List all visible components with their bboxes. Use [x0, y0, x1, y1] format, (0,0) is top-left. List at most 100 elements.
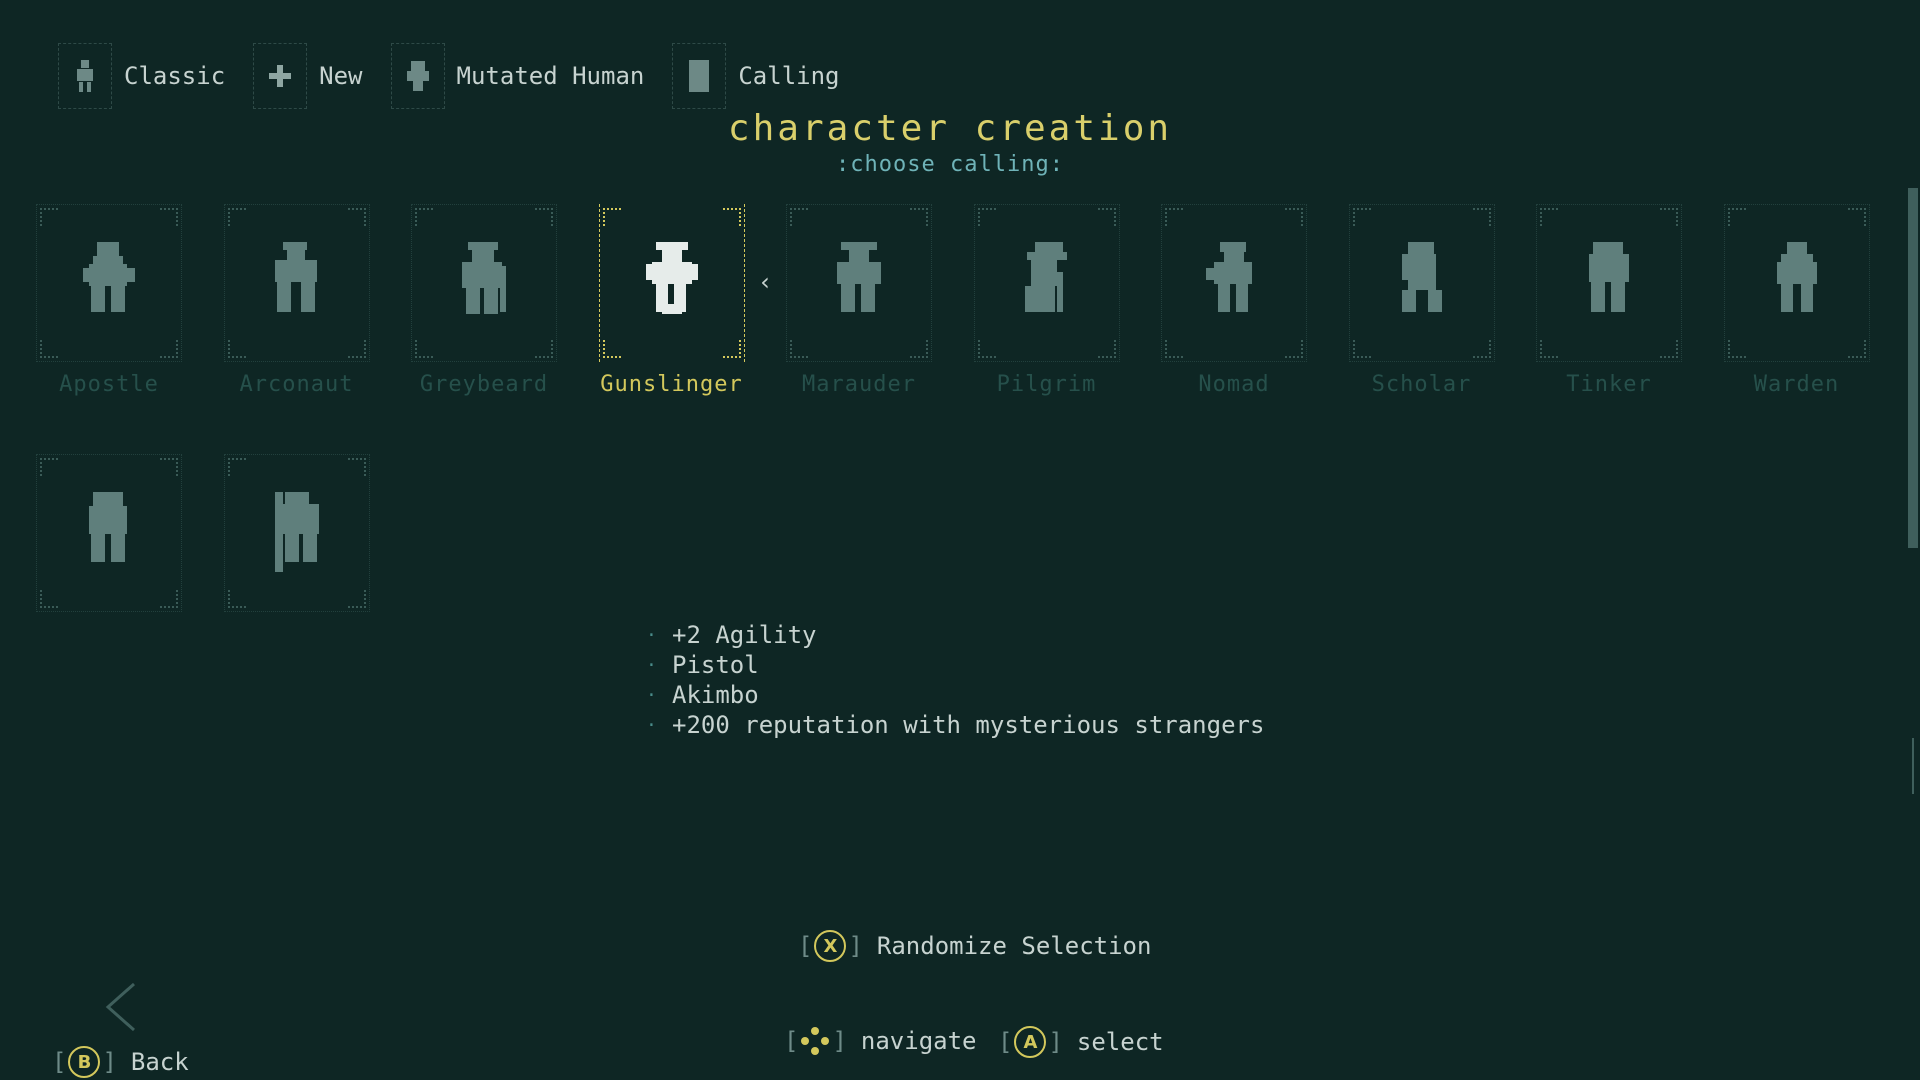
card-icon: [672, 43, 727, 109]
chevron-left-icon: ‹: [758, 268, 773, 296]
back-button[interactable]: [ B ] Back: [52, 1046, 189, 1078]
card-corner: [910, 340, 928, 358]
page-title: character creation: [727, 108, 1173, 149]
calling-label: Warden: [1753, 372, 1840, 397]
card-corner: [227, 458, 246, 476]
back-arrow-icon[interactable]: [104, 982, 144, 1032]
select-button[interactable]: [ A ] select: [998, 1026, 1164, 1058]
figure-icon: [58, 43, 112, 109]
card-corner: [1660, 208, 1678, 226]
select-label: select: [1076, 1028, 1164, 1056]
breadcrumb-item-classic[interactable]: Classic: [58, 43, 225, 109]
calling-card-scholar[interactable]: Scholar: [1348, 204, 1495, 397]
character-sprite-icon: [274, 492, 319, 572]
card-corner: [160, 208, 178, 226]
scrollbar[interactable]: [1908, 188, 1918, 794]
card-corner: [347, 208, 366, 226]
card-corner: [1165, 340, 1183, 358]
character-sprite-icon: [274, 242, 317, 312]
card-corner: [1727, 208, 1746, 226]
card-corner: [40, 340, 58, 358]
calling-description: · +2 Agility · Pistol · Akimbo · +200 reputa…: [646, 620, 1264, 740]
calling-card-tinker[interactable]: Tinker: [1536, 204, 1682, 397]
navigate-label: navigate: [860, 1027, 977, 1055]
a-button-icon: A: [1014, 1026, 1047, 1058]
card-corner: [790, 208, 808, 226]
description-item: · +200 reputation with mysterious strange…: [646, 711, 1265, 739]
calling-card-gunslinger[interactable]: Gunslinger: [598, 204, 745, 397]
card-corner: [160, 458, 178, 476]
breadcrumb-label: Mutated Human: [456, 62, 645, 90]
calling-card-arconaut[interactable]: Arconaut: [223, 204, 370, 397]
card-corner: [1097, 208, 1116, 226]
card-corner: [977, 340, 996, 358]
back-label: Back: [130, 1048, 189, 1076]
calling-card-unnamed-10[interactable]: [36, 454, 182, 612]
calling-card-pilgrim[interactable]: Pilgrim: [973, 204, 1120, 397]
navigate-hint: [ ] navigate: [784, 1027, 977, 1055]
character-sprite-icon: [837, 242, 881, 312]
plus-icon: [253, 43, 308, 109]
card-corner: [535, 340, 553, 358]
card-corner: [535, 208, 553, 226]
card-corner: [1352, 208, 1371, 226]
calling-card-warden[interactable]: Warden: [1723, 204, 1870, 397]
calling-label: Nomad: [1198, 372, 1270, 397]
card-corner: [1097, 340, 1116, 358]
card-corner: [347, 590, 366, 608]
calling-label: Greybeard: [419, 372, 549, 397]
scrollbar-thumb[interactable]: [1908, 188, 1918, 548]
card-corner: [722, 340, 741, 358]
character-sprite-icon: [1401, 242, 1442, 312]
description-text: Pistol: [672, 651, 759, 679]
description-text: +2 Agility: [672, 621, 817, 649]
description-item: · Pistol: [646, 651, 759, 679]
card-corner: [1727, 340, 1746, 358]
calling-card-marauder[interactable]: Marauder: [786, 204, 932, 397]
card-corner: [977, 208, 996, 226]
card-corner: [1285, 208, 1303, 226]
card-corner: [1352, 340, 1371, 358]
calling-label: Arconaut: [239, 372, 354, 397]
calling-label: Marauder: [802, 372, 916, 397]
breadcrumb-item-mutated-human[interactable]: Mutated Human: [390, 43, 645, 109]
card-corner: [910, 208, 928, 226]
calling-card-unnamed-11[interactable]: [223, 454, 370, 612]
card-corner: [227, 340, 246, 358]
card-corner: [160, 340, 178, 358]
b-button-icon: B: [68, 1046, 101, 1078]
card-corner: [415, 340, 433, 358]
calling-card-nomad[interactable]: Nomad: [1161, 204, 1307, 397]
page-subtitle: :choose calling:: [836, 152, 1064, 177]
calling-card-apostle[interactable]: Apostle: [36, 204, 182, 397]
card-corner: [602, 208, 621, 226]
character-sprite-icon: [1024, 242, 1067, 312]
scrollbar-track-end: [1912, 738, 1920, 794]
randomize-button[interactable]: [ X ] Randomize Selection: [798, 930, 1151, 962]
calling-label: Scholar: [1371, 372, 1472, 397]
card-corner: [1660, 340, 1678, 358]
character-sprite-icon: [1776, 242, 1817, 312]
breadcrumb-label: Classic: [124, 62, 226, 90]
calling-label: Tinker: [1566, 372, 1652, 397]
character-sprite-icon: [462, 242, 506, 314]
card-corner: [1472, 340, 1491, 358]
card-corner: [1472, 208, 1491, 226]
card-corner: [1847, 340, 1866, 358]
character-sprite-icon: [1589, 242, 1629, 312]
card-corner: [347, 340, 366, 358]
card-corner: [415, 208, 433, 226]
card-corner: [347, 458, 366, 476]
breadcrumb-item-calling[interactable]: Calling: [672, 43, 840, 109]
breadcrumb-label: New: [319, 62, 363, 90]
card-corner: [160, 590, 178, 608]
card-corner: [227, 208, 246, 226]
calling-card-greybeard[interactable]: Greybeard: [411, 204, 557, 397]
description-text: +200 reputation with mysterious stranger…: [672, 711, 1265, 739]
card-corner: [1540, 208, 1558, 226]
randomize-label: Randomize Selection: [876, 932, 1152, 960]
card-corner: [722, 208, 741, 226]
card-corner: [602, 340, 621, 358]
card-corner: [1165, 208, 1183, 226]
breadcrumb-item-new[interactable]: New: [253, 43, 363, 109]
